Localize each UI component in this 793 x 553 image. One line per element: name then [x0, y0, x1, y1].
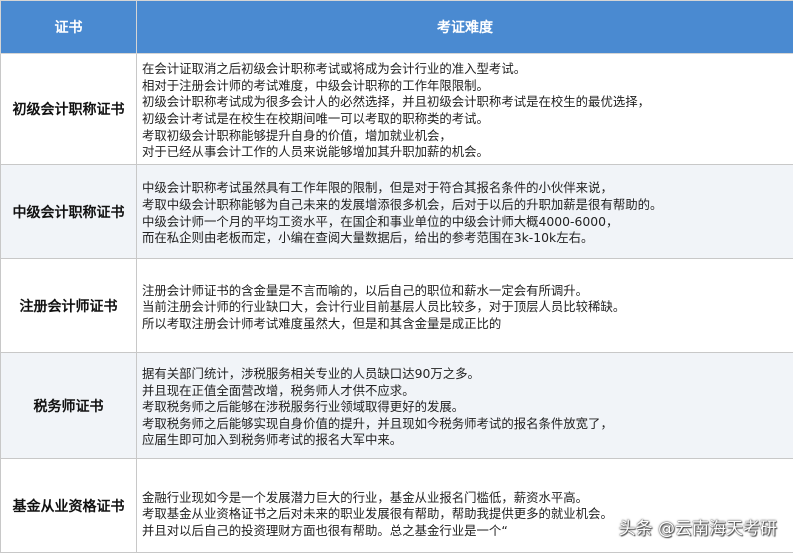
table-row: 税务师证书 据有关部门统计，涉税服务相关专业的人员缺口达90万之多。 并且现在正…: [1, 353, 793, 459]
certificate-name: 基金从业资格证书: [1, 459, 137, 553]
difficulty-description: 在会计证取消之后初级会计职称考试或将成为会计行业的准入型考试。 相对于注册会计师…: [137, 54, 793, 165]
table-row: 初级会计职称证书 在会计证取消之后初级会计职称考试或将成为会计行业的准入型考试。…: [1, 54, 793, 165]
description-line: 中级会计师一个月的平均工资水平，在国企和事业单位的中级会计师大概4000-600…: [142, 214, 789, 231]
description-line: 初级会计考试是在校生在校期间唯一可以考取的职称类的考试。: [142, 111, 789, 128]
description-line: 考取税务师之后能够在涉税服务行业领域取得更好的发展。: [142, 399, 789, 416]
header-certificate: 证书: [1, 1, 137, 54]
description-line: 所以考取注册会计师考试难度虽然大，但是和其含金量是成正比的: [142, 316, 789, 333]
description-line: 中级会计职称考试虽然具有工作年限的限制，但是对于符合其报名条件的小伙伴来说，: [142, 180, 789, 197]
description-line: 在会计证取消之后初级会计职称考试或将成为会计行业的准入型考试。: [142, 61, 789, 78]
table-row: 注册会计师证书 注册会计师证书的含金量是不言而喻的，以后自己的职位和薪水一定会有…: [1, 259, 793, 353]
table-row: 中级会计职称证书 中级会计职称考试虽然具有工作年限的限制，但是对于符合其报名条件…: [1, 165, 793, 259]
description-line: 金融行业现如今是一个发展潜力巨大的行业，基金从业报名门槛低，薪资水平高。: [142, 490, 789, 507]
certificate-name: 初级会计职称证书: [1, 54, 137, 165]
description-line: 注册会计师证书的含金量是不言而喻的，以后自己的职位和薪水一定会有所调升。: [142, 283, 789, 300]
description-line: 据有关部门统计，涉税服务相关专业的人员缺口达90万之多。: [142, 366, 789, 383]
description-line: 应届生即可加入到税务师考试的报名大军中来。: [142, 432, 789, 449]
description-line: 对于已经从事会计工作的人员来说能够增加其升职加薪的机会。: [142, 144, 789, 161]
certificate-name: 税务师证书: [1, 353, 137, 459]
description-line: 考取初级会计职称能够提升自身的价值，增加就业机会，: [142, 128, 789, 145]
description-line: 而在私企则由老板而定，小编在查阅大量数据后，给出的参考范围在3k-10k左右。: [142, 230, 789, 247]
header-difficulty: 考证难度: [137, 1, 793, 54]
difficulty-description: 注册会计师证书的含金量是不言而喻的，以后自己的职位和薪水一定会有所调升。 当前注…: [137, 259, 793, 353]
description-line: 并且现在正值全面营改增，税务师人才供不应求。: [142, 383, 789, 400]
description-line: 当前注册会计师的行业缺口大，会计行业目前基层人员比较多，对于顶层人员比较稀缺。: [142, 299, 789, 316]
description-line: 相对于注册会计师的考试难度，中级会计职称的工作年限限制。: [142, 78, 789, 95]
difficulty-description: 据有关部门统计，涉税服务相关专业的人员缺口达90万之多。 并且现在正值全面营改增…: [137, 353, 793, 459]
description-line: 考取税务师之后能够实现自身价值的提升，并且现如今税务师考试的报名条件放宽了，: [142, 416, 789, 433]
watermark-text: 头条 @云南海天考研: [619, 514, 777, 539]
table-header-row: 证书 考证难度: [1, 1, 793, 54]
certificate-name: 注册会计师证书: [1, 259, 137, 353]
certificate-name: 中级会计职称证书: [1, 165, 137, 259]
certificate-difficulty-table: 证书 考证难度 初级会计职称证书 在会计证取消之后初级会计职称考试或将成为会计行…: [0, 0, 793, 553]
difficulty-description: 中级会计职称考试虽然具有工作年限的限制，但是对于符合其报名条件的小伙伴来说， 考…: [137, 165, 793, 259]
description-line: 考取中级会计职称能够为自己未来的发展增添很多机会，后对于以后的升职加薪是很有帮助…: [142, 197, 789, 214]
description-line: 初级会计职称考试成为很多会计人的必然选择，并且初级会计职称考试是在校生的最优选择…: [142, 94, 789, 111]
